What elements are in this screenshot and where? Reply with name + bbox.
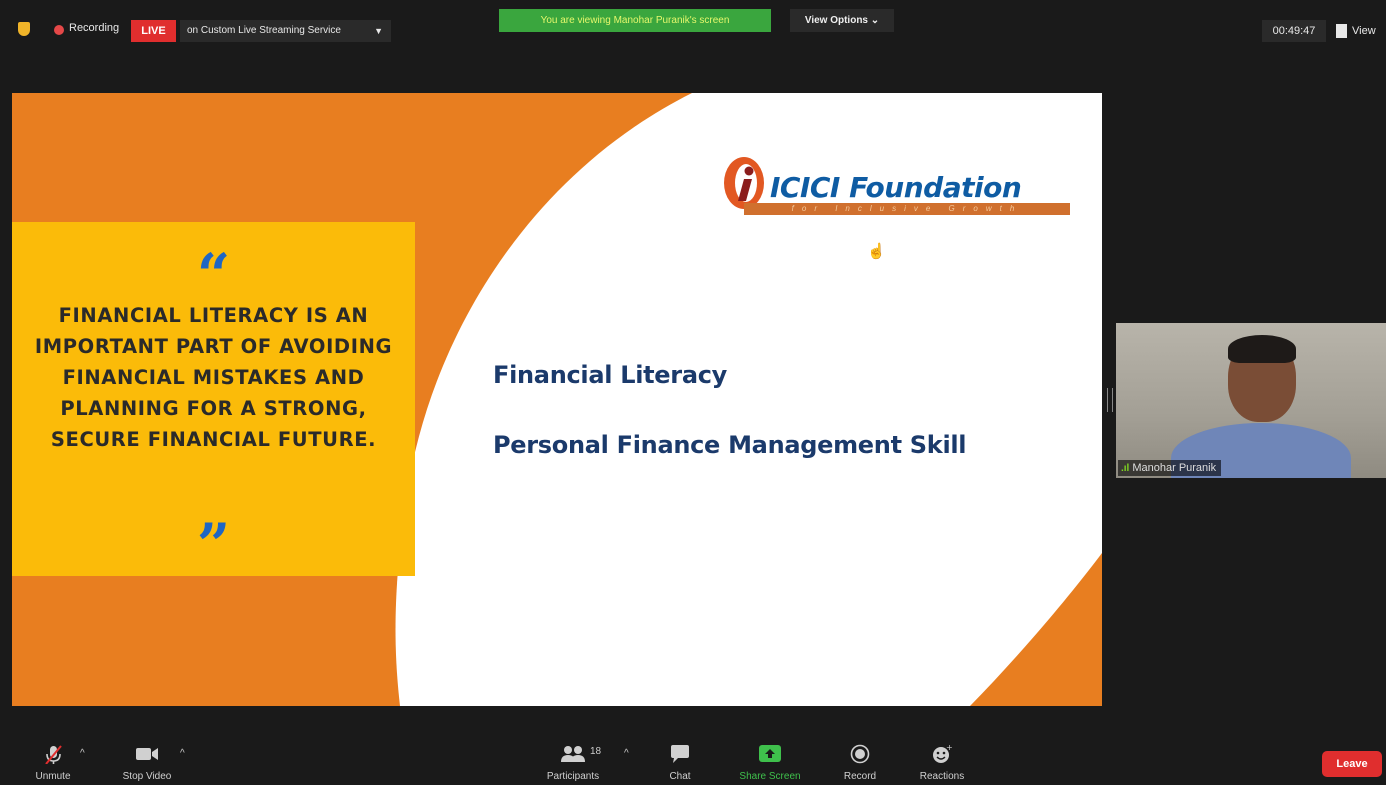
unmute-button[interactable]: Unmute	[22, 736, 84, 785]
grid-view-icon	[1336, 24, 1347, 39]
record-icon	[850, 744, 870, 764]
stop-video-button[interactable]: Stop Video	[112, 736, 182, 785]
meeting-timer: 00:49:47	[1262, 20, 1326, 42]
record-label: Record	[843, 771, 877, 782]
share-screen-label: Share Screen	[739, 771, 801, 782]
participants-label: Participants	[546, 771, 600, 782]
chat-label: Chat	[669, 771, 691, 782]
view-options-button[interactable]: View Options ⌄	[790, 9, 894, 32]
chat-bubble-icon	[671, 745, 689, 763]
logo-wordmark: ICICI Foundation	[770, 171, 1022, 204]
recording-label: Recording	[69, 22, 120, 34]
pointer-cursor-icon: ☝	[867, 243, 886, 260]
audio-options-caret[interactable]: ^	[80, 748, 85, 759]
caret-down-icon: ▼	[374, 26, 383, 36]
participant-name-label: .ıl Manohar Puranik	[1118, 460, 1222, 476]
view-button[interactable]: View	[1336, 20, 1376, 42]
close-quote-mark: ”	[196, 516, 231, 556]
video-camera-icon	[136, 748, 158, 760]
icici-foundation-logo: ICICI Foundation for Inclusive Growth	[722, 155, 1082, 225]
participant-video-tile[interactable]: .ıl Manohar Puranik	[1116, 323, 1386, 478]
participants-icon	[561, 746, 585, 762]
reactions-label: Reactions	[919, 771, 965, 782]
shield-icon[interactable]	[18, 22, 30, 36]
reactions-button[interactable]: + Reactions	[910, 736, 974, 785]
record-dot-icon	[54, 25, 64, 35]
stream-service-label: on Custom Live Streaming Service	[187, 25, 341, 36]
meeting-toolbar: Unmute ^ Stop Video ^ Participants 18 ^ …	[0, 736, 1386, 785]
chevron-down-icon: ⌄	[870, 15, 880, 26]
live-stream-service-dropdown[interactable]: on Custom Live Streaming Service ▼	[180, 20, 391, 42]
open-quote-mark: “	[196, 246, 231, 286]
viewing-screen-banner: You are viewing Manohar Puranik's screen	[499, 9, 771, 32]
leave-button[interactable]: Leave	[1322, 751, 1382, 777]
panel-resize-handle[interactable]	[1107, 388, 1113, 412]
slide-heading-financial-literacy: Financial Literacy	[493, 361, 727, 389]
view-options-label: View Options	[804, 15, 868, 26]
logo-tagline: for Inclusive Growth	[744, 203, 1070, 215]
reactions-icon: +	[933, 744, 953, 763]
participants-count: 18	[590, 746, 602, 757]
mic-muted-icon	[45, 745, 62, 764]
shared-screen-slide: “ FINANCIAL LITERACY IS AN IMPORTANT PAR…	[12, 93, 1102, 706]
slide-heading-personal-finance: Personal Finance Management Skill	[493, 431, 967, 459]
participants-options-caret[interactable]: ^	[624, 748, 629, 759]
svg-text:+: +	[946, 744, 953, 752]
participants-button[interactable]: Participants	[538, 736, 608, 785]
share-screen-button[interactable]: Share Screen	[730, 736, 810, 785]
quote-text: FINANCIAL LITERACY IS AN IMPORTANT PART …	[34, 304, 393, 451]
share-screen-icon	[759, 745, 781, 762]
live-badge[interactable]: LIVE	[131, 20, 176, 42]
chat-button[interactable]: Chat	[655, 736, 705, 785]
quote-box: “ FINANCIAL LITERACY IS AN IMPORTANT PAR…	[12, 222, 415, 576]
view-button-label: View	[1352, 25, 1376, 37]
signal-bars-icon: .ıl	[1121, 463, 1130, 474]
participant-hair	[1228, 335, 1296, 363]
participant-name: Manohar Puranik	[1132, 462, 1217, 474]
meeting-top-bar: Recording LIVE on Custom Live Streaming …	[0, 0, 1386, 60]
record-button[interactable]: Record	[835, 736, 885, 785]
unmute-label: Unmute	[35, 771, 71, 782]
stop-video-label: Stop Video	[122, 771, 172, 782]
video-options-caret[interactable]: ^	[180, 748, 185, 759]
